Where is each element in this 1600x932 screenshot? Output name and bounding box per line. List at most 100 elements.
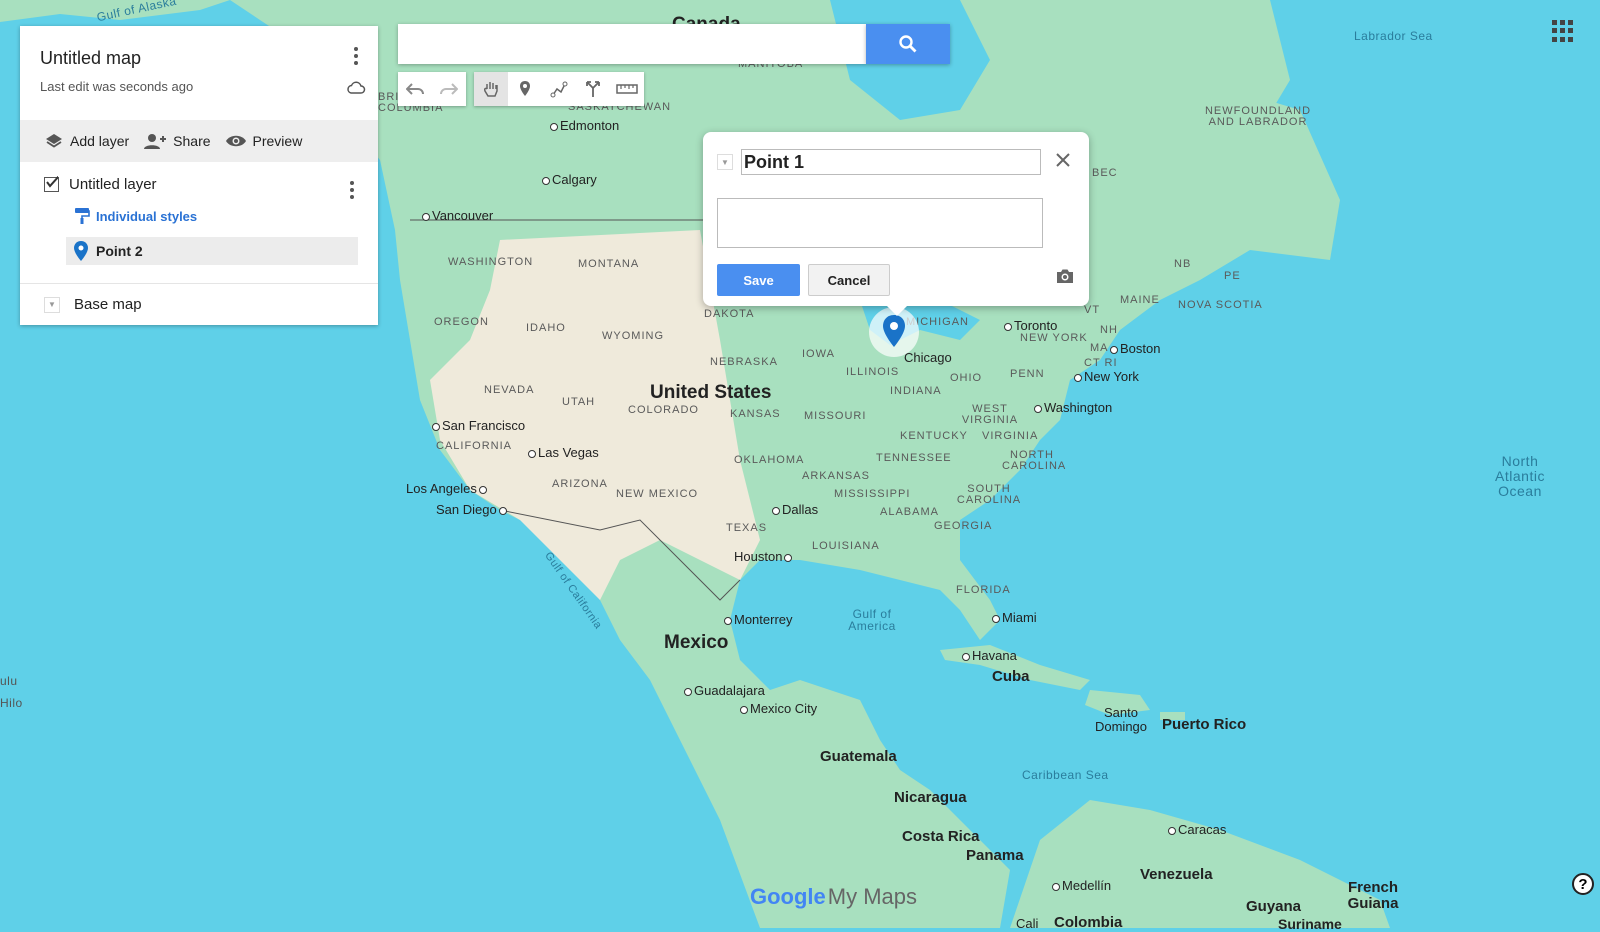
map-label-colombia: Colombia — [1054, 914, 1123, 931]
map-pin-icon — [74, 241, 88, 261]
map-label-dallas: Dallas — [770, 502, 818, 517]
style-chevron-icon[interactable]: ▼ — [717, 154, 733, 170]
search-box — [398, 24, 866, 64]
ruler-icon — [616, 84, 638, 94]
map-label-alabama: ALABAMA — [880, 506, 939, 518]
layers-panel: Untitled map Last edit was seconds ago A… — [20, 26, 378, 325]
search-icon — [899, 35, 917, 53]
map-label-guyana: Guyana — [1246, 898, 1302, 915]
map-label-indiana: INDIANA — [890, 385, 942, 397]
map-label-vt: VT — [1084, 304, 1101, 316]
map-label-utah: UTAH — [562, 396, 596, 408]
map-label-monterrey: Monterrey — [722, 612, 793, 627]
map-label-arkansas: ARKANSAS — [802, 470, 870, 482]
individual-styles-link[interactable]: Individual styles — [74, 207, 358, 225]
save-button[interactable]: Save — [717, 264, 800, 296]
directions-icon — [586, 81, 600, 97]
map-label-missouri: MISSOURI — [804, 410, 867, 422]
layer-visibility-checkbox[interactable] — [44, 176, 59, 192]
map-label-idaho: IDAHO — [526, 322, 566, 334]
hand-icon — [484, 82, 498, 97]
panel-action-bar: Add layer Share Preview — [20, 120, 378, 162]
help-icon[interactable]: ? — [1572, 873, 1594, 895]
google-wordmark: Google — [750, 884, 826, 909]
map-label-calgary: Calgary — [540, 172, 597, 187]
point-edit-dialog: ▼ Save Cancel — [703, 132, 1089, 316]
map-label-gulf-of-america: Gulf of America — [848, 607, 896, 633]
map-label-las-vegas: Las Vegas — [526, 445, 599, 460]
map-label-mississippi: MISSISSIPPI — [834, 488, 911, 500]
apps-grid-icon[interactable] — [1552, 20, 1574, 42]
map-label-costa-rica: Costa Rica — [902, 828, 980, 845]
camera-icon[interactable] — [1055, 268, 1075, 284]
map-title[interactable]: Untitled map — [40, 48, 358, 69]
undo-button[interactable] — [398, 72, 432, 106]
draw-line-icon — [550, 81, 568, 98]
map-label-puerto-rico: Puerto Rico — [1162, 716, 1247, 733]
map-label-san-francisco: San Francisco — [430, 418, 525, 433]
map-options-icon[interactable] — [344, 44, 368, 68]
map-label-maine: MAINE — [1120, 294, 1160, 306]
map-label-montana: MONTANA — [578, 258, 640, 270]
list-item-point[interactable]: Point 2 — [66, 237, 358, 265]
map-label-kansas: KANSAS — [730, 408, 781, 420]
map-label-venezuela: Venezuela — [1140, 866, 1213, 883]
map-label-colorado: COLORADO — [628, 404, 699, 416]
map-label-mexico-city: Mexico City — [738, 701, 817, 716]
add-marker-button[interactable] — [508, 72, 542, 106]
pan-tool-button[interactable] — [474, 72, 508, 106]
map-label-edmonton: Edmonton — [548, 118, 619, 133]
preview-button[interactable]: Preview — [225, 133, 303, 149]
map-label-labrador-sea: Labrador Sea — [1354, 29, 1433, 43]
map-label-ohio: OHIO — [950, 372, 983, 384]
draw-line-button[interactable] — [542, 72, 576, 106]
map-label-washington-dc: Washington — [1032, 400, 1112, 415]
map-label-texas: TEXAS — [726, 522, 768, 534]
map-label-cuba: Cuba — [992, 668, 1030, 685]
undo-redo-group — [398, 72, 466, 106]
search-input[interactable] — [398, 24, 866, 64]
redo-button[interactable] — [432, 72, 466, 106]
paint-roller-icon — [75, 208, 90, 224]
search-button[interactable] — [866, 24, 950, 64]
map-label-new-york-state: NEW YORK — [1020, 332, 1088, 344]
cancel-button[interactable]: Cancel — [808, 264, 890, 296]
map-label-vancouver: Vancouver — [420, 208, 493, 223]
map-label-nicaragua: Nicaragua — [894, 789, 967, 806]
map-label-cali: Cali — [1016, 916, 1039, 931]
measure-button[interactable] — [610, 72, 644, 106]
share-button[interactable]: Share — [143, 132, 211, 150]
map-label-penn: PENN — [1010, 368, 1045, 380]
google-my-maps-logo: GoogleMy Maps — [750, 884, 917, 910]
map-label-north-atlantic: North Atlantic Ocean — [1495, 453, 1545, 499]
map-label-arizona: ARIZONA — [552, 478, 608, 490]
chevron-down-icon[interactable]: ▼ — [44, 296, 60, 313]
panel-header: Untitled map Last edit was seconds ago — [20, 26, 378, 94]
map-label-virginia: VIRGINIA — [982, 430, 1039, 442]
map-label-los-angeles: Los Angeles — [406, 481, 489, 496]
close-icon[interactable] — [1053, 150, 1073, 170]
point-description-field[interactable] — [717, 198, 1043, 248]
person-add-icon — [144, 134, 167, 149]
map-label-nh: NH — [1100, 324, 1118, 336]
map-label-georgia: GEORGIA — [934, 520, 993, 532]
map-label-dakota: DAKOTA — [704, 308, 755, 320]
map-label-north-carolina: NORTH CAROLINA — [1002, 449, 1067, 472]
map-label-new-mexico: NEW MEXICO — [616, 488, 699, 500]
point-name-field[interactable] — [741, 149, 1041, 175]
map-label-oregon: OREGON — [434, 316, 489, 328]
map-label-united-states: United States — [650, 382, 772, 403]
add-layer-button[interactable]: Add layer — [44, 132, 129, 150]
layer-name[interactable]: Untitled layer — [69, 176, 157, 193]
map-label-nebraska: NEBRASKA — [710, 356, 778, 368]
base-map-row[interactable]: ▼ Base map — [20, 283, 378, 325]
directions-button[interactable] — [576, 72, 610, 106]
layer-options-icon[interactable] — [340, 178, 364, 202]
map-label-caribbean-sea: Caribbean Sea — [1022, 768, 1109, 782]
map-label-panama: Panama — [966, 847, 1024, 864]
map-label-newfoundland: NEWFOUNDLAND AND LABRADOR — [1204, 105, 1312, 128]
map-label-ct-ri: CT RI — [1084, 357, 1118, 369]
layer-row: Untitled layer — [44, 176, 358, 193]
map-label-tennessee: TENNESSEE — [876, 452, 952, 464]
preview-label: Preview — [252, 133, 303, 149]
